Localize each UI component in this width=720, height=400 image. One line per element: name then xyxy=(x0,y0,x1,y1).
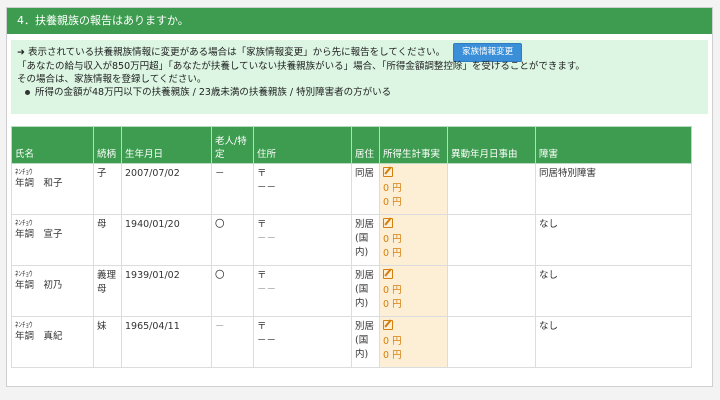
info-line-1: 表示されている扶養親族情報に変更がある場合は「家族情報変更」から先に報告をしてく… xyxy=(27,46,446,58)
name-kana: ﾈﾝﾁｮｳ xyxy=(15,168,33,176)
address-value: －－ xyxy=(257,284,277,295)
col-header-residence: 居住 xyxy=(351,126,380,164)
relation-cell: 妹 xyxy=(93,316,122,368)
address-cell: 〒 －－ xyxy=(253,316,352,368)
dob-cell: 1939/01/02 xyxy=(121,265,212,317)
col-header-disability: 障害 xyxy=(535,126,692,164)
col-header-change: 異動年月日事由 xyxy=(447,126,536,164)
col-header-dob: 生年月日 xyxy=(121,126,212,164)
residence-cell: 同居 xyxy=(351,163,380,215)
dependents-table: 氏名 続柄 生年月日 老人/特定 住所 居住 所得生計事実 異動年月日事由 障害… xyxy=(11,126,692,368)
name-kanji: 年調 真紀 xyxy=(15,331,63,342)
relation-cell: 義理母 xyxy=(93,265,122,317)
dob-cell: 1965/04/11 xyxy=(121,316,212,368)
residence-cell: 別居(国内) xyxy=(351,316,380,368)
address-cell: 〒 －－ xyxy=(253,163,352,215)
address-value: －－ xyxy=(257,233,277,244)
income-value: 0 円 xyxy=(383,183,402,194)
edit-icon[interactable] xyxy=(383,167,393,177)
name-cell: ﾈﾝﾁｮｳ 年調 真紀 xyxy=(11,316,94,368)
col-header-income: 所得生計事実 xyxy=(379,126,448,164)
change-cell xyxy=(447,163,536,215)
col-header-relation: 続柄 xyxy=(93,126,122,164)
name-kanji: 年調 和子 xyxy=(15,178,63,189)
postal-mark: 〒 xyxy=(257,270,267,281)
dob-cell: 2007/07/02 xyxy=(121,163,212,215)
address-value: －－ xyxy=(257,182,277,193)
table-row: ﾈﾝﾁｮｳ 年調 和子 子 2007/07/02 － 〒－－ 同居 0 円0 円 … xyxy=(11,163,692,215)
edit-icon[interactable] xyxy=(383,218,393,228)
livelihood-value: 0 円 xyxy=(383,197,402,208)
table-row: ﾈﾝﾁｮｳ 年調 宣子 母 1940/01/20 〇 〒 －－ 別居(国内) 0 円… xyxy=(11,214,692,266)
dob-cell: 1940/01/20 xyxy=(121,214,212,266)
edit-icon[interactable] xyxy=(383,269,393,279)
residence-cell: 別居(国内) xyxy=(351,214,380,266)
elder-cell: 〇 xyxy=(211,214,254,266)
family-info-change-button[interactable]: 家族情報変更 xyxy=(453,42,523,62)
change-cell xyxy=(447,316,536,368)
bullet-icon xyxy=(25,90,30,95)
name-kanji: 年調 宣子 xyxy=(15,229,63,240)
disability-cell: なし xyxy=(535,265,692,317)
info-line-4: 所得の金額が48万円以下の扶養親族 / 23歳未満の扶養親族 / 特別障害者の方… xyxy=(35,87,392,98)
elder-cell: － xyxy=(211,316,254,368)
address-cell: 〒 －－ xyxy=(253,265,352,317)
livelihood-value: 0 円 xyxy=(383,350,402,361)
name-cell: ﾈﾝﾁｮｳ 年調 和子 xyxy=(11,163,94,215)
col-header-elder: 老人/特定 xyxy=(211,126,254,164)
elder-cell: 〇 xyxy=(211,265,254,317)
disability-cell: なし xyxy=(535,316,692,368)
elder-cell: － xyxy=(211,163,254,215)
name-kana: ﾈﾝﾁｮｳ xyxy=(15,219,33,227)
income-cell: 0 円0 円 xyxy=(379,214,448,266)
livelihood-value: 0 円 xyxy=(383,248,402,259)
info-line-2: 「あなたの給与収入が850万円超」「あなたが扶養していない扶養親族がいる」場合、… xyxy=(17,61,585,72)
income-cell: 0 円0 円 xyxy=(379,163,448,215)
col-header-name: 氏名 xyxy=(11,126,94,164)
change-cell xyxy=(447,214,536,266)
income-cell: 0 円0 円 xyxy=(379,265,448,317)
postal-mark: 〒 xyxy=(257,219,267,230)
postal-mark: 〒 xyxy=(257,321,267,332)
table-header-row: 氏名 続柄 生年月日 老人/特定 住所 居住 所得生計事実 異動年月日事由 障害 xyxy=(11,126,692,164)
table-row: ﾈﾝﾁｮｳ 年調 初乃 義理母 1939/01/02 〇 〒 －－ 別居(国内) 0… xyxy=(11,265,692,317)
name-cell: ﾈﾝﾁｮｳ 年調 初乃 xyxy=(11,265,94,317)
livelihood-value: 0 円 xyxy=(383,299,402,310)
income-value: 0 円 xyxy=(383,234,402,245)
section-title: 4．扶養親族の報告はありますか。 xyxy=(7,8,712,34)
disability-cell: 同居特別障害 xyxy=(535,163,692,215)
name-kanji: 年調 初乃 xyxy=(15,280,63,291)
address-cell: 〒 －－ xyxy=(253,214,352,266)
relation-cell: 母 xyxy=(93,214,122,266)
col-header-address: 住所 xyxy=(253,126,352,164)
edit-icon[interactable] xyxy=(383,320,393,330)
change-cell xyxy=(447,265,536,317)
address-value: －－ xyxy=(257,335,277,346)
income-value: 0 円 xyxy=(383,285,402,296)
info-line-3: その場合は、家族情報を登録してください。 xyxy=(17,74,207,85)
disability-cell: なし xyxy=(535,214,692,266)
arrow-right-icon: ➜ xyxy=(17,46,25,58)
info-box: ➜ 表示されている扶養親族情報に変更がある場合は「家族情報変更」から先に報告をし… xyxy=(11,40,708,114)
name-cell: ﾈﾝﾁｮｳ 年調 宣子 xyxy=(11,214,94,266)
relation-cell: 子 xyxy=(93,163,122,215)
residence-cell: 別居(国内) xyxy=(351,265,380,317)
income-cell: 0 円0 円 xyxy=(379,316,448,368)
income-value: 0 円 xyxy=(383,336,402,347)
postal-mark: 〒 xyxy=(257,168,267,179)
info-bullet-item: 所得の金額が48万円以下の扶養親族 / 23歳未満の扶養親族 / 特別障害者の方… xyxy=(17,86,702,99)
name-kana: ﾈﾝﾁｮｳ xyxy=(15,270,33,278)
name-kana: ﾈﾝﾁｮｳ xyxy=(15,321,33,329)
table-row: ﾈﾝﾁｮｳ 年調 真紀 妹 1965/04/11 － 〒 －－ 別居(国内) 0 円… xyxy=(11,316,692,368)
